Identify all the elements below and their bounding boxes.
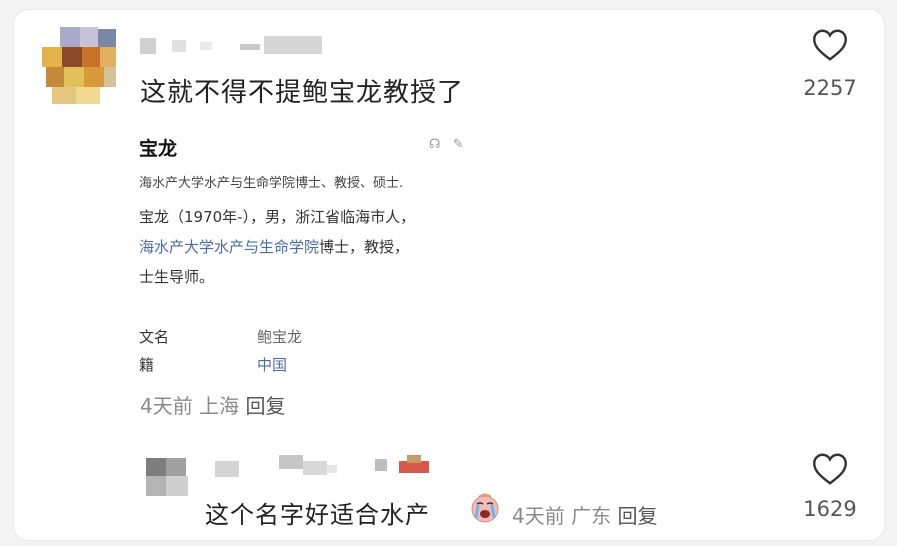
info-key: 籍 [139, 356, 155, 374]
reply-button[interactable]: 回复 [617, 504, 657, 528]
like-count: 2257 [803, 76, 857, 100]
crying-face-emoji [471, 493, 499, 523]
reply-button[interactable]: 回复 [245, 394, 285, 418]
comment-meta: 4天前 广东 回复 [512, 500, 657, 529]
like-count: 1629 [803, 497, 857, 521]
info-key: 文名 [139, 328, 170, 346]
user-avatar-blurred[interactable] [38, 27, 118, 104]
embed-line: 海水产大学水产与生命学院博士，教授， [139, 236, 409, 257]
comment-location: 广东 [571, 504, 612, 528]
user-avatar-blurred[interactable] [146, 458, 188, 496]
comment-text: 这个名字好适合水产 [205, 501, 430, 529]
info-value: 中国 [257, 356, 288, 374]
heart-outline-icon[interactable] [812, 452, 848, 486]
embed-subtitle: 海水产大学水产与生命学院博士、教授、硕士. [139, 176, 404, 191]
embed-link: 海水产大学水产与生命学院 [139, 238, 320, 256]
embed-line: 宝龙（1970年-），男，浙江省临海市人， [139, 208, 416, 226]
edit-icon: ✎ [452, 137, 464, 152]
comment-location: 上海 [199, 394, 240, 418]
comment-meta: 4天前 上海 回复 [140, 390, 285, 419]
embed-line-rest: 博士，教授， [319, 238, 410, 256]
info-value: 鲍宝龙 [257, 328, 303, 346]
embed-title: 宝龙 [139, 138, 178, 160]
comment-time: 4天前 [512, 504, 565, 528]
embed-line: 士生导师。 [139, 268, 215, 286]
embed-toolbar: ☊ ✎ [429, 137, 464, 152]
username-blurred[interactable] [140, 34, 325, 56]
heart-outline-icon[interactable] [812, 28, 848, 62]
comment-time: 4天前 [140, 394, 193, 418]
username-blurred[interactable] [215, 455, 435, 481]
comment-text: 这就不得不提鲍宝龙教授了 [140, 78, 465, 108]
embedded-screenshot: 宝龙 ☊ ✎ 海水产大学水产与生命学院博士、教授、硕士. 宝龙（1970年-），… [133, 124, 483, 394]
headphones-icon: ☊ [429, 137, 441, 152]
